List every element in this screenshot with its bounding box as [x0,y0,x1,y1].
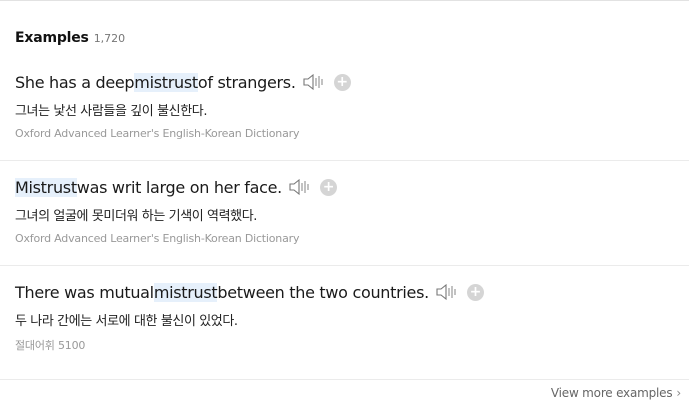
speaker-icon[interactable] [302,72,326,92]
top-divider [0,0,689,1]
examples-header: Examples 1,720 [15,30,125,50]
example-source[interactable]: Oxford Advanced Learner's English-Korean… [15,232,299,245]
example-source[interactable]: 절대어휘 5100 [15,337,85,353]
sentence-text: of strangers. [197,72,296,92]
example-translation-ko: 그녀는 낯선 사람들을 깊이 불신한다. [15,104,208,119]
examples-count: 1,720 [93,32,126,45]
example-translation-ko: 두 나라 간에는 서로에 대한 불신이 있었다. [15,314,238,329]
sentence-text: between the two countries. [217,282,429,302]
highlighted-word[interactable]: Mistrust [15,177,77,197]
examples-title: Examples [15,30,89,46]
example-source[interactable]: Oxford Advanced Learner's English-Korean… [15,127,299,140]
sentence-text: There was mutual [15,282,154,302]
chevron-right-icon: › [676,386,681,400]
sentence-text: was writ large on her face. [76,177,282,197]
plus-circle-icon[interactable]: + [319,178,337,196]
example-item: Mistrust was writ large on her face. + 그… [0,161,689,266]
highlighted-word[interactable]: mistrust [153,282,218,302]
speaker-icon[interactable] [288,177,312,197]
view-more-label: View more examples [550,386,673,400]
speaker-icon[interactable] [435,282,459,302]
highlighted-word[interactable]: mistrust [134,72,198,92]
example-item: There was mutual mistrust between the tw… [0,266,689,370]
example-sentence-en: There was mutual mistrust between the tw… [15,281,484,303]
example-item: She has a deep mistrust of strangers. + … [0,56,689,161]
view-more-examples-link[interactable]: View more examples › [551,386,681,400]
plus-circle-icon[interactable]: + [466,283,484,301]
plus-circle-icon[interactable]: + [333,73,351,91]
example-sentence-en: She has a deep mistrust of strangers. + [15,71,351,93]
example-sentence-en: Mistrust was writ large on her face. + [15,176,337,198]
example-translation-ko: 그녀의 얼굴에 못미더워 하는 기색이 역력했다. [15,209,258,224]
sentence-text: She has a deep [15,72,135,92]
example-list: She has a deep mistrust of strangers. + … [0,56,689,370]
view-more-divider [0,379,689,380]
